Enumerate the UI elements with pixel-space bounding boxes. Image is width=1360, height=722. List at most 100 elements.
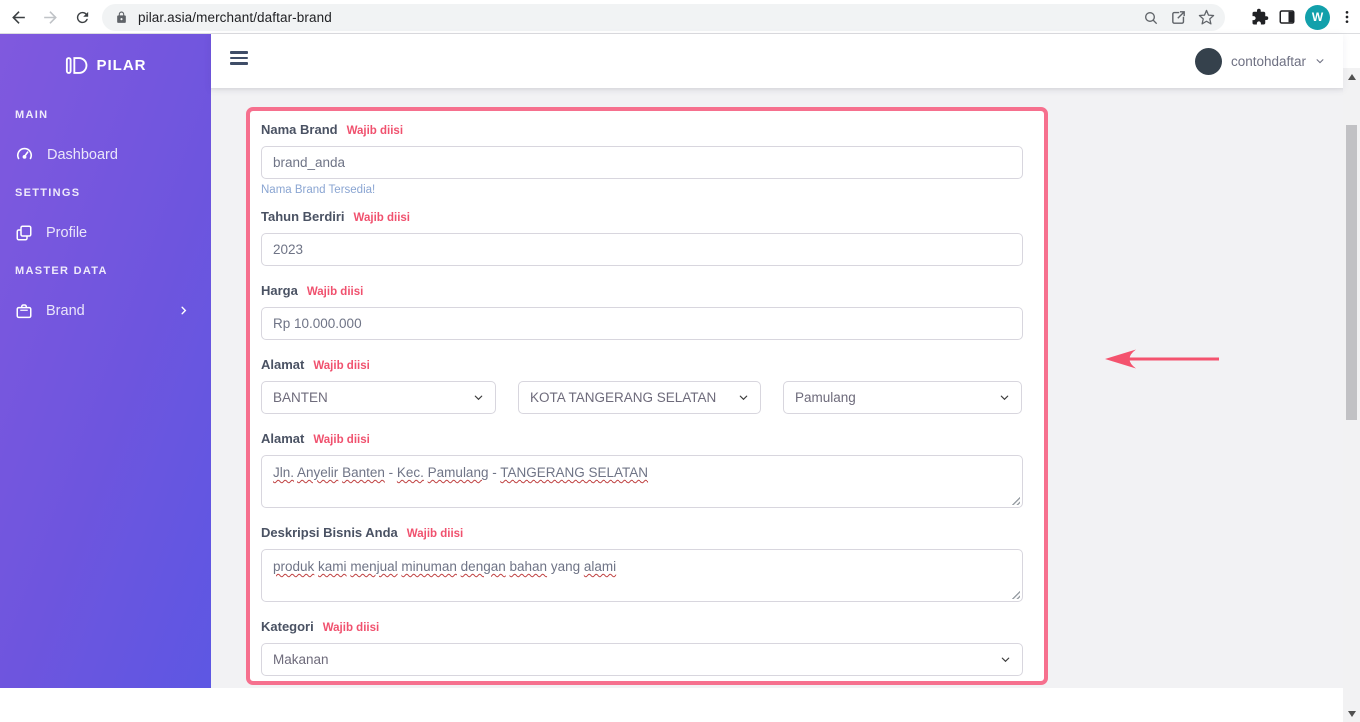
extensions-puzzle-icon[interactable] (1251, 8, 1269, 26)
word: dengan (460, 559, 506, 574)
user-avatar (1194, 47, 1222, 75)
form-group-alamat-wilayah: Alamat Wajib diisi BANTEN KOTA TANGERANG… (261, 357, 1023, 414)
browser-profile-avatar[interactable]: W (1305, 4, 1330, 30)
page-content: Nama Brand Wajib diisi Nama Brand Tersed… (211, 88, 1343, 688)
refresh-icon (76, 11, 88, 23)
required-badge: Wajib diisi (306, 286, 364, 298)
word: Banten (342, 465, 385, 480)
selected-value: Makanan (273, 652, 329, 667)
form-group-deskripsi: Deskripsi Bisnis Anda Wajib diisi produk… (261, 525, 1023, 602)
lock-icon (117, 11, 126, 23)
sidebar-item-dashboard[interactable]: Dashboard (15, 135, 211, 174)
tahun-berdiri-input[interactable] (261, 233, 1023, 266)
user-menu[interactable]: contohdaftar (1194, 34, 1325, 88)
chevron-down-icon (474, 395, 483, 401)
sidebar-item-brand[interactable]: Brand (15, 291, 211, 330)
field-label: Alamat (261, 357, 305, 372)
sidebar-item-profile[interactable]: Profile (15, 213, 211, 252)
word: Anyelir (297, 465, 339, 480)
chevron-down-icon (1000, 395, 1009, 401)
required-badge: Wajib diisi (353, 212, 410, 224)
windows-icon (16, 225, 32, 240)
zoom-icon[interactable] (1143, 10, 1159, 26)
address-bar[interactable]: pilar.asia/merchant/daftar-brand (102, 4, 1225, 31)
side-panel-icon[interactable] (1278, 8, 1296, 26)
provinsi-select[interactable]: BANTEN (261, 381, 496, 414)
scroll-down-button[interactable] (1343, 705, 1360, 722)
word: minuman (401, 559, 457, 574)
form-group-alamat-detail: Alamat Wajib diisi Jln. Anyelir Banten -… (261, 431, 1023, 508)
field-label: Alamat (261, 431, 305, 446)
brand-available-help-text: Nama Brand Tersedia! (261, 184, 376, 196)
form-group-harga: Harga Wajib diisi (261, 283, 1023, 340)
triangle-up-icon (1347, 73, 1356, 80)
menu-toggle-button[interactable] (230, 51, 248, 65)
browser-actions: W (1251, 3, 1355, 31)
chevron-down-icon (1316, 59, 1324, 64)
kategori-select[interactable]: Makanan (261, 643, 1023, 676)
word: - (492, 465, 497, 480)
scrollbar-thumb[interactable] (1346, 125, 1357, 420)
back-arrow-icon (11, 10, 25, 24)
sidebar-menu: MAIN Dashboard SETTINGS Profile MASTER D… (0, 96, 211, 330)
app-viewport: PILAR MAIN Dashboard SETTINGS Profile MA… (0, 34, 1360, 722)
briefcase-icon (16, 303, 32, 318)
alamat-textarea[interactable]: Jln. Anyelir Banten - Kec. Pamulang - TA… (261, 455, 1023, 508)
share-icon[interactable] (1170, 9, 1187, 26)
word: alami (583, 559, 617, 574)
word: produk (273, 559, 315, 574)
sidebar-item-label: Dashboard (47, 146, 118, 163)
url-text: pilar.asia/merchant/daftar-brand (138, 10, 332, 25)
nama-brand-input[interactable] (261, 146, 1023, 179)
selected-value: KOTA TANGERANG SELATAN (530, 390, 717, 405)
form-group-kategori: Kategori Wajib diisi Makanan (261, 619, 1023, 676)
word: TANGERANG SELATAN (500, 465, 649, 480)
required-badge: Wajib diisi (346, 125, 404, 137)
pilar-logo-icon (65, 56, 87, 74)
word: bahan (509, 559, 548, 574)
harga-input[interactable] (261, 307, 1023, 340)
deskripsi-textarea[interactable]: produk kami menjual minuman dengan bahan… (261, 549, 1023, 602)
gauge-icon (17, 147, 32, 160)
required-badge: Wajib diisi (322, 622, 380, 634)
refresh-button[interactable] (68, 3, 96, 31)
forward-arrow-icon (43, 10, 57, 24)
selected-value: Pamulang (795, 390, 856, 405)
word: Pamulang (427, 465, 489, 480)
forward-button[interactable] (36, 3, 64, 31)
field-label: Kategori (261, 619, 314, 634)
annotation-arrow-icon (1105, 349, 1219, 369)
sidebar: PILAR MAIN Dashboard SETTINGS Profile MA… (0, 34, 211, 688)
required-badge: Wajib diisi (313, 360, 370, 372)
scrollbar[interactable] (1343, 68, 1360, 722)
required-badge: Wajib diisi (406, 528, 464, 540)
kecamatan-select[interactable]: Pamulang (783, 381, 1022, 414)
word: kami (318, 559, 347, 574)
required-badge: Wajib diisi (313, 434, 370, 446)
user-name: contohdaftar (1230, 53, 1306, 69)
scroll-up-button[interactable] (1343, 68, 1360, 85)
word: yang (550, 559, 581, 574)
hamburger-icon (230, 51, 248, 54)
section-label-settings: SETTINGS (15, 187, 81, 199)
app-header: contohdaftar (211, 34, 1343, 88)
section-label-master-data: MASTER DATA (15, 265, 108, 277)
browser-menu-dots-icon[interactable] (1339, 9, 1355, 25)
kota-select[interactable]: KOTA TANGERANG SELATAN (518, 381, 761, 414)
field-label: Nama Brand (261, 122, 338, 137)
chevron-down-icon (1001, 657, 1010, 663)
form-group-nama-brand: Nama Brand Wajib diisi Nama Brand Tersed… (261, 122, 1023, 196)
word: menjual (350, 559, 398, 574)
logo[interactable]: PILAR (0, 34, 211, 96)
brand-registration-form: Nama Brand Wajib diisi Nama Brand Tersed… (246, 107, 1048, 685)
word: Jln. (273, 465, 295, 480)
chevron-down-icon (739, 395, 748, 401)
logo-text: PILAR (96, 56, 147, 74)
chevron-right-icon (181, 306, 187, 315)
selected-value: BANTEN (273, 390, 328, 405)
back-button[interactable] (4, 3, 32, 31)
field-label: Harga (261, 283, 298, 298)
bookmark-star-icon[interactable] (1198, 9, 1215, 26)
field-label: Tahun Berdiri (261, 209, 345, 224)
section-label-main: MAIN (15, 109, 49, 121)
